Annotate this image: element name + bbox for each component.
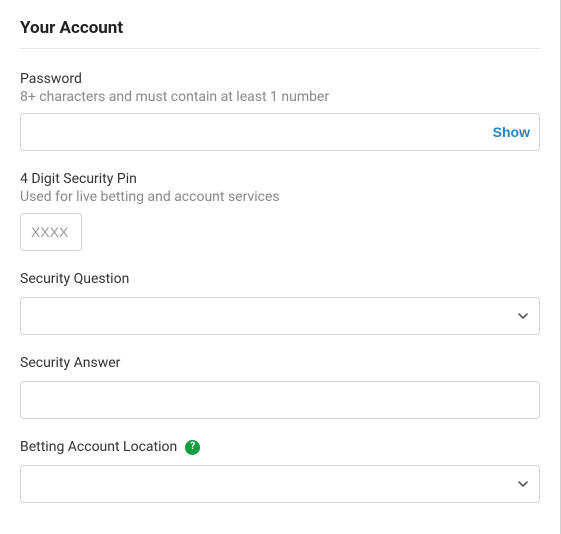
password-label: Password <box>20 71 540 87</box>
security-question-group: Security Question <box>20 271 540 335</box>
security-answer-group: Security Answer <box>20 355 540 419</box>
security-question-select[interactable] <box>20 297 540 335</box>
security-question-select-wrap <box>20 297 540 335</box>
betting-location-label: Betting Account Location <box>20 439 177 455</box>
password-group: Password 8+ characters and must contain … <box>20 71 540 151</box>
betting-location-select-wrap <box>20 465 540 503</box>
pin-hint: Used for live betting and account servic… <box>20 189 540 205</box>
password-hint: 8+ characters and must contain at least … <box>20 89 540 105</box>
show-password-button[interactable]: Show <box>493 124 530 140</box>
pin-label: 4 Digit Security Pin <box>20 171 540 187</box>
betting-location-label-row: Betting Account Location ? <box>20 439 540 455</box>
section-title: Your Account <box>20 18 540 38</box>
help-icon[interactable]: ? <box>185 440 200 455</box>
security-answer-label: Security Answer <box>20 355 540 371</box>
password-input-wrap: Show <box>20 113 540 151</box>
security-answer-field[interactable] <box>20 381 540 419</box>
section-divider <box>20 48 540 49</box>
password-field[interactable] <box>20 113 540 151</box>
betting-location-group: Betting Account Location ? <box>20 439 540 503</box>
security-question-label: Security Question <box>20 271 540 287</box>
betting-location-select[interactable] <box>20 465 540 503</box>
pin-field[interactable] <box>20 213 82 251</box>
pin-group: 4 Digit Security Pin Used for live betti… <box>20 171 540 251</box>
